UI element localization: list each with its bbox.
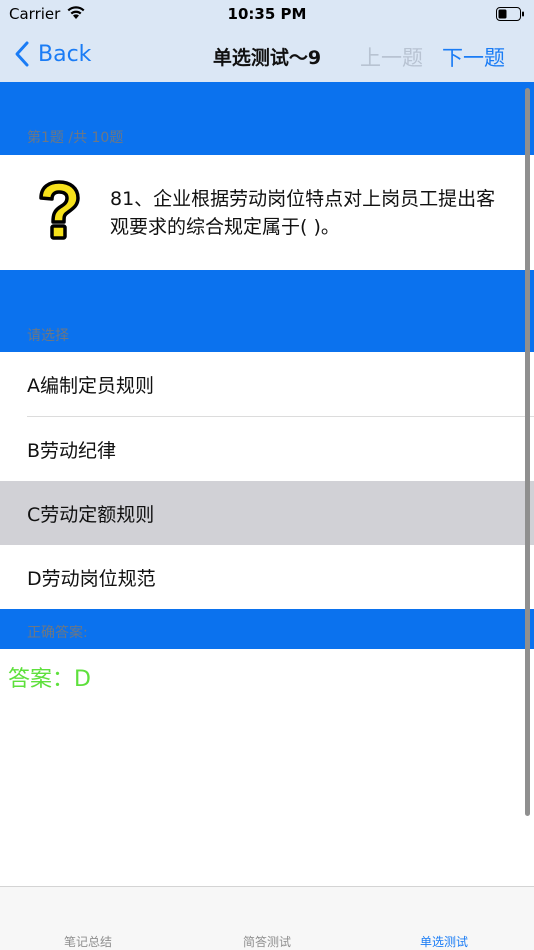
battery-icon [496,7,524,21]
question-mark-icon [39,180,80,240]
option-label: C劳动定额规则 [27,503,155,526]
tab-bar: 笔记总结 简答测试 单选测试 [0,886,534,950]
option-d[interactable]: D劳动岗位规范 [0,545,534,609]
previous-question-button[interactable]: 上一题 [360,42,423,72]
choices-header: 请选择 [27,328,69,344]
question-counter: 第1题 /共 10题 [27,130,124,146]
option-a[interactable]: A编制定员规则 [0,352,534,416]
status-bar: Carrier 10:35 PM [0,0,534,28]
next-question-button[interactable]: 下一题 [442,42,505,72]
answer-header: 正确答案: [27,625,88,641]
option-label: A编制定员规则 [27,374,154,397]
correct-answer: 答案：D [8,667,91,692]
tab-notes-summary[interactable]: 笔记总结 [28,933,148,950]
scroll-indicator[interactable] [525,88,530,816]
tab-single-choice-test[interactable]: 单选测试 [384,933,504,950]
choices-header-band [0,270,534,352]
option-label: B劳动纪律 [27,439,117,462]
tab-short-answer-test[interactable]: 简答测试 [207,933,327,950]
option-c[interactable]: C劳动定额规则 [0,481,534,545]
option-b[interactable]: B劳动纪律 [0,417,534,481]
clock: 10:35 PM [227,5,307,23]
option-label: D劳动岗位规范 [27,567,156,590]
question-text: 81、企业根据劳动岗位特点对上岗员工提出客观要求的综合规定属于( )。 [110,188,496,238]
navigation-bar: Back 单选测试～9 上一题 下一题 [0,30,534,80]
